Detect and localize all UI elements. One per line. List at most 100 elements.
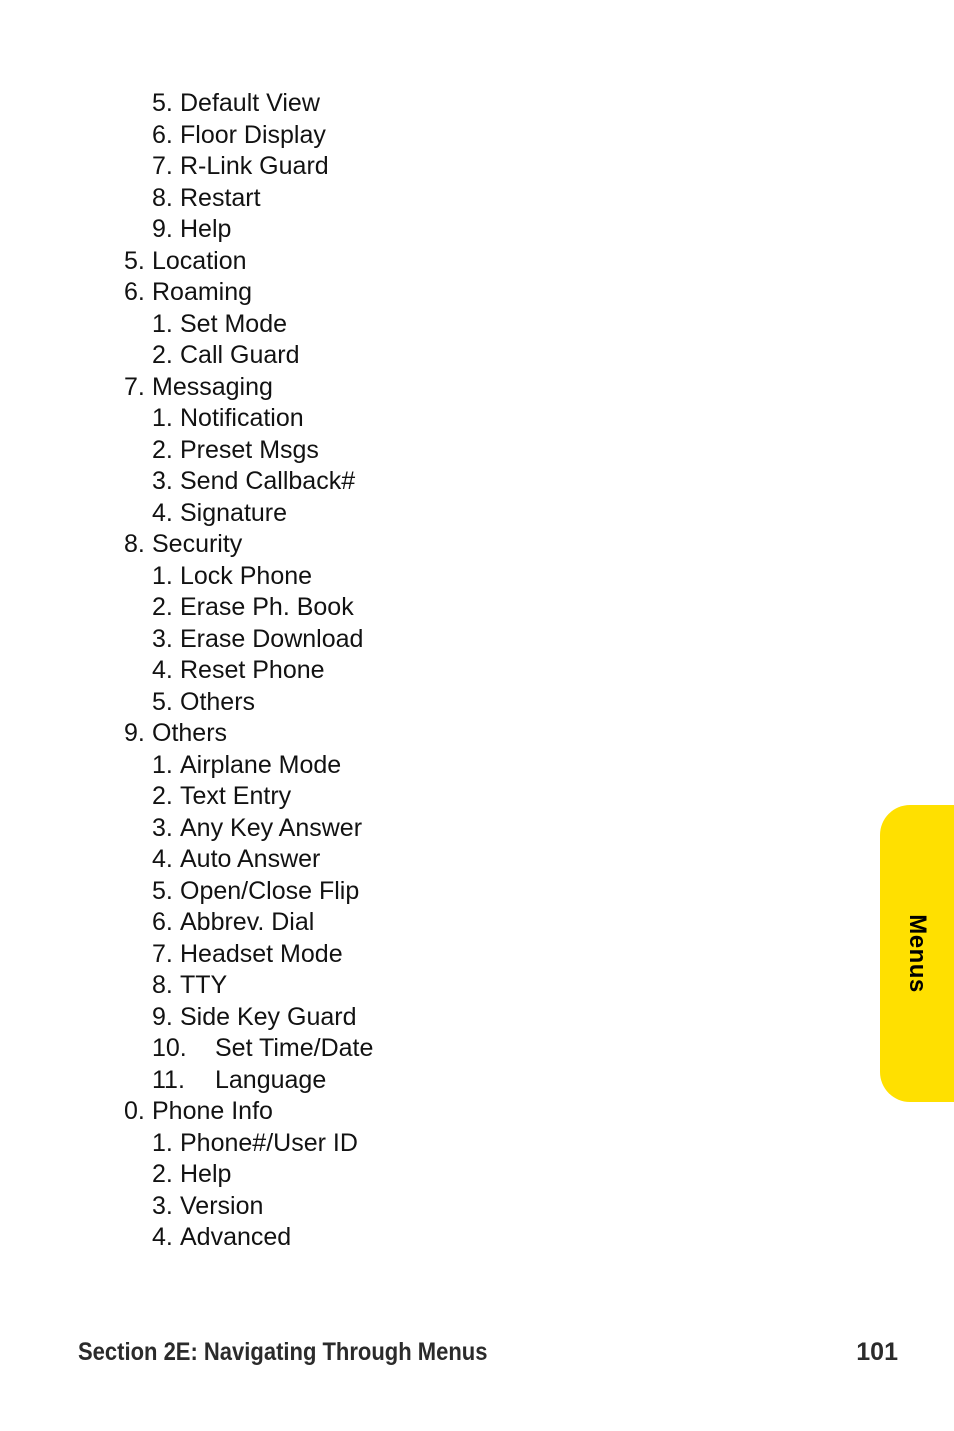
- menu-item-label: Set Time/Date: [215, 1034, 374, 1062]
- menu-list-item: 2. Help: [0, 1159, 954, 1191]
- menu-item-number: 5.: [152, 89, 173, 117]
- menu-list-item: 6. Roaming: [0, 277, 954, 309]
- menu-item-number: 2.: [152, 1160, 173, 1188]
- menu-item-label: Erase Download: [180, 624, 364, 653]
- menu-item-label: Open/Close Flip: [180, 876, 360, 905]
- menu-item-number: 3.: [152, 1191, 173, 1220]
- menu-item-number: 5.: [152, 687, 173, 716]
- menu-item-number: 4.: [152, 845, 173, 873]
- menu-item-number: 2.: [152, 435, 173, 464]
- menu-list-item: 0. Phone Info: [0, 1096, 954, 1128]
- menu-item-label: R-Link Guard: [180, 152, 329, 180]
- menu-item-label: TTY: [180, 971, 228, 999]
- menu-item-number: 1.: [152, 1128, 173, 1157]
- menu-list-item: 1. Notification: [0, 403, 954, 435]
- menu-list-item: 4. Reset Phone: [0, 655, 954, 687]
- menu-item-label: Preset Msgs: [180, 435, 319, 464]
- menu-item-number: 6.: [152, 908, 173, 936]
- menu-list-item: 11. Language: [0, 1065, 954, 1097]
- menu-item-label: Others: [180, 687, 256, 716]
- menu-item-number: 1.: [152, 309, 173, 338]
- menu-item-label: Restart: [180, 183, 261, 212]
- menu-list-item: 4. Auto Answer: [0, 844, 954, 876]
- section-thumb-tab: Menus: [880, 805, 954, 1102]
- menu-item-label: Lock Phone: [180, 561, 313, 590]
- menu-item-label: Erase Ph. Book: [180, 593, 354, 621]
- menu-list-item: 9. Others: [0, 718, 954, 750]
- menu-item-label: Send Callback#: [180, 467, 356, 495]
- menu-item-label: Help: [180, 215, 232, 243]
- menu-item-label: Side Key Guard: [180, 1002, 357, 1031]
- menu-list-item: 9. Side Key Guard: [0, 1002, 954, 1034]
- menu-list-item: 2. Preset Msgs: [0, 435, 954, 467]
- menu-item-number: 8.: [152, 971, 173, 999]
- menu-list-item: 7. Headset Mode: [0, 939, 954, 971]
- menu-item-number: 1.: [152, 404, 173, 432]
- menu-item-number: 5.: [124, 246, 145, 275]
- menu-list-item: 6. Abbrev. Dial: [0, 907, 954, 939]
- menu-item-label: Default View: [180, 89, 320, 117]
- menu-item-number: 3.: [152, 624, 173, 653]
- menu-list-item: 8. Security: [0, 529, 954, 561]
- menu-item-number: 5.: [152, 876, 173, 905]
- menu-list-item: 6. Floor Display: [0, 120, 954, 152]
- menu-item-number: 9.: [152, 215, 173, 243]
- menu-item-label: Roaming: [152, 278, 253, 306]
- menu-item-label: Reset Phone: [180, 656, 325, 684]
- menu-item-label: Version: [180, 1191, 264, 1220]
- menu-item-label: Language: [215, 1065, 327, 1094]
- menu-item-number: 4.: [152, 1223, 173, 1251]
- menu-list-item: 9. Help: [0, 214, 954, 246]
- menu-item-number: 4.: [152, 498, 173, 527]
- menu-item-number: 8.: [152, 183, 173, 212]
- menu-list-item: 5. Location: [0, 246, 954, 278]
- menu-list-item: 1. Lock Phone: [0, 561, 954, 593]
- menu-list-item: 1. Set Mode: [0, 309, 954, 341]
- footer-page-number: 101: [856, 1338, 898, 1366]
- menu-list-item: 5. Open/Close Flip: [0, 876, 954, 908]
- menu-item-label: Messaging: [152, 372, 273, 401]
- menu-list-item: 3. Version: [0, 1191, 954, 1223]
- menu-item-label: Phone Info: [152, 1097, 273, 1125]
- menu-item-number: 9.: [152, 1002, 173, 1031]
- menu-item-label: Signature: [180, 498, 288, 527]
- menu-list-item: 2. Erase Ph. Book: [0, 592, 954, 624]
- page-footer: Section 2E: Navigating Through Menus 101: [78, 1338, 898, 1367]
- menu-item-number: 3.: [152, 813, 173, 842]
- menu-item-number: 7.: [152, 939, 173, 968]
- menu-list-item: 1. Phone#/User ID: [0, 1128, 954, 1160]
- menu-item-label: Others: [152, 719, 228, 747]
- menu-item-number: 11.: [152, 1065, 185, 1094]
- menu-list-item: 3. Erase Download: [0, 624, 954, 656]
- menu-list-item: 7. R-Link Guard: [0, 151, 954, 183]
- menu-item-label: Floor Display: [180, 120, 326, 149]
- menu-item-label: Call Guard: [180, 341, 300, 369]
- menu-list-item: 4. Signature: [0, 498, 954, 530]
- menu-list-item: 3. Any Key Answer: [0, 813, 954, 845]
- menu-item-number: 4.: [152, 656, 173, 684]
- menu-item-label: Security: [152, 530, 243, 558]
- menu-item-label: Set Mode: [180, 309, 288, 338]
- menu-item-number: 6.: [124, 278, 145, 306]
- menu-item-label: Location: [152, 246, 247, 275]
- menu-item-number: 1.: [152, 750, 173, 779]
- menu-list-item: 4. Advanced: [0, 1222, 954, 1254]
- menu-item-number: 10.: [152, 1034, 187, 1062]
- menu-item-label: Text Entry: [180, 782, 292, 810]
- menu-item-label: Notification: [180, 404, 304, 432]
- footer-section-title: Section 2E: Navigating Through Menus: [78, 1338, 488, 1366]
- menu-item-number: 9.: [124, 719, 145, 747]
- menu-item-label: Headset Mode: [180, 939, 343, 968]
- menu-item-number: 7.: [152, 152, 173, 180]
- menu-list-item: 5. Default View: [0, 88, 954, 120]
- menu-list-item: 1. Airplane Mode: [0, 750, 954, 782]
- menu-item-label: Airplane Mode: [180, 750, 342, 779]
- menu-list-item: 8. Restart: [0, 183, 954, 215]
- menu-item-number: 2.: [152, 341, 173, 369]
- menu-item-number: 6.: [152, 120, 173, 149]
- menu-item-number: 8.: [124, 530, 145, 558]
- menu-item-label: Advanced: [180, 1223, 292, 1251]
- menu-item-number: 2.: [152, 782, 173, 810]
- menu-item-number: 0.: [124, 1097, 145, 1125]
- menu-list-item: 5. Others: [0, 687, 954, 719]
